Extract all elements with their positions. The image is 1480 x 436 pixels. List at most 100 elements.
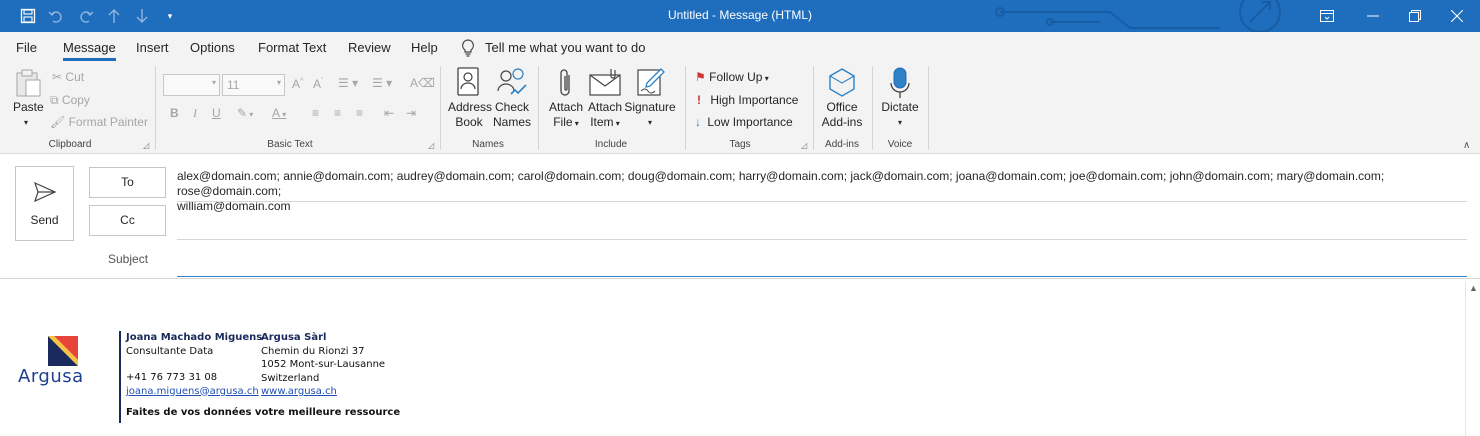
subject-label: Subject	[108, 252, 149, 266]
tab-file[interactable]: File	[16, 40, 37, 55]
subject-field-underline	[177, 276, 1467, 277]
low-importance-button[interactable]: ↓ Low Importance	[695, 115, 793, 129]
signature-country: Switzerland	[261, 372, 320, 384]
office-addins-button[interactable]: Office Add-ins	[818, 67, 866, 133]
signature-icon	[637, 68, 665, 96]
clipboard-launcher-icon[interactable]: ◿	[143, 141, 149, 150]
font-name-combo[interactable]: ▾	[163, 74, 220, 96]
tell-me-search[interactable]: Tell me what you want to do	[485, 40, 645, 55]
copy-label: Copy	[61, 93, 90, 107]
chevron-down-icon: ▾	[897, 118, 902, 127]
dictate-label: Dictate	[881, 100, 919, 114]
collapse-ribbon-icon[interactable]: ∧	[1463, 140, 1470, 151]
envelope-icon	[589, 69, 621, 96]
attach-file-label-2: File ▾	[553, 115, 579, 129]
body-scrollbar[interactable]: ▲	[1465, 281, 1480, 436]
chevron-down-icon: ▾	[24, 118, 29, 127]
cut-button[interactable]: ✂ Cut	[52, 70, 84, 84]
separator	[872, 66, 873, 150]
chevron-down-icon: ▾	[647, 118, 652, 127]
dictate-button[interactable]: Dictate ▾	[878, 67, 922, 133]
window-title: Untitled - Message (HTML)	[667, 8, 813, 22]
numbering-icon[interactable]: ☰ ▾	[372, 76, 392, 90]
cc-field-underline	[177, 239, 1467, 240]
cc-button[interactable]: Cc	[89, 205, 166, 236]
signature-divider	[119, 331, 121, 423]
minimize-button[interactable]	[1350, 0, 1396, 32]
check-names-button[interactable]: Check Names	[492, 67, 532, 133]
signature-button[interactable]: Signature ▾	[624, 67, 676, 133]
paste-button[interactable]: Paste ▾	[10, 67, 46, 131]
tab-review[interactable]: Review	[348, 40, 391, 55]
align-center-icon[interactable]: ≡	[334, 106, 341, 120]
high-importance-button[interactable]: ! High Importance	[697, 93, 798, 107]
signature-phone: +41 76 773 31 08	[126, 372, 218, 383]
attach-item-label-2: Item ▾	[590, 115, 620, 129]
chevron-down-icon: ▾	[276, 78, 281, 87]
close-button[interactable]	[1434, 0, 1480, 32]
paintbrush-icon: 🖌	[50, 115, 66, 129]
decrease-indent-icon[interactable]: ⇤	[384, 106, 394, 120]
font-color-icon[interactable]: A ▾	[272, 106, 286, 120]
attach-file-button[interactable]: Attach File ▾	[546, 67, 586, 133]
attach-item-button[interactable]: Attach Item ▾	[586, 67, 624, 133]
address-book-label-1: Address	[448, 100, 493, 114]
copy-icon: ⧉	[50, 93, 59, 107]
separator	[538, 66, 539, 150]
font-size-value: 11	[227, 78, 240, 92]
bold-button[interactable]: B	[170, 106, 179, 120]
underline-button[interactable]: U	[212, 106, 221, 120]
signature-website-link[interactable]: www.argusa.ch	[261, 386, 337, 397]
paperclip-icon	[560, 69, 570, 96]
signature-company: Argusa Sàrl	[261, 332, 327, 343]
highlight-icon[interactable]: ✎ ▾	[237, 106, 253, 120]
font-size-combo[interactable]: 11 ▾	[222, 74, 285, 96]
tab-message[interactable]: Message	[63, 40, 116, 55]
follow-up-button[interactable]: ⚑ Follow Up ▾	[695, 70, 769, 84]
send-button[interactable]: Send	[15, 166, 74, 241]
check-names-label-1: Check	[494, 100, 529, 114]
grow-font-icon[interactable]: A^	[292, 77, 303, 91]
microphone-icon	[890, 67, 910, 98]
tab-options[interactable]: Options	[190, 40, 235, 55]
clipboard-icon	[16, 69, 41, 97]
align-left-icon[interactable]: ≡	[312, 106, 319, 120]
align-right-icon[interactable]: ≡	[356, 106, 363, 120]
tab-format-text[interactable]: Format Text	[258, 40, 326, 55]
low-importance-label: Low Importance	[707, 115, 793, 129]
signature-name: Joana Machado Miguens	[126, 332, 263, 343]
cc-field[interactable]	[177, 206, 1467, 238]
shrink-font-icon[interactable]: Aˇ	[313, 77, 323, 91]
restore-button[interactable]	[1392, 0, 1438, 32]
flag-icon: ⚑	[695, 70, 706, 84]
chevron-down-icon: ▾	[211, 78, 216, 87]
office-addins-label-2: Add-ins	[821, 115, 863, 129]
signature-email-link[interactable]: joana.miguens@argusa.ch	[126, 386, 259, 397]
copy-button[interactable]: ⧉ Copy	[50, 93, 90, 108]
scissors-icon: ✂	[52, 70, 63, 84]
increase-indent-icon[interactable]: ⇥	[406, 106, 416, 120]
ribbon-display-options-icon[interactable]	[1304, 0, 1350, 32]
office-addins-icon	[828, 68, 856, 97]
scroll-up-icon[interactable]: ▲	[1469, 283, 1478, 293]
basic-text-group-label: Basic Text	[267, 139, 313, 150]
tab-help[interactable]: Help	[411, 40, 438, 55]
italic-button[interactable]: I	[193, 106, 197, 121]
separator	[813, 66, 814, 150]
signature-company-block: Argusa Sàrl Chemin du Rionzi 37 1052 Mon…	[261, 331, 385, 399]
clear-formatting-icon[interactable]: A⌫	[410, 76, 435, 90]
separator	[685, 66, 686, 150]
lightbulb-icon	[462, 39, 474, 57]
subject-field[interactable]	[177, 244, 1467, 274]
include-group-label: Include	[594, 139, 628, 150]
to-button[interactable]: To	[89, 167, 166, 198]
separator	[928, 66, 929, 150]
office-addins-label-1: Office	[826, 100, 858, 114]
bullets-icon[interactable]: ☰ ▾	[338, 76, 358, 90]
tab-insert[interactable]: Insert	[136, 40, 169, 55]
send-label: Send	[30, 213, 59, 227]
names-group-label: Names	[472, 139, 504, 150]
address-book-button[interactable]: Address Book	[446, 67, 492, 133]
basic-text-launcher-icon[interactable]: ◿	[428, 141, 434, 150]
format-painter-button[interactable]: 🖌 Format Painter	[50, 115, 148, 129]
